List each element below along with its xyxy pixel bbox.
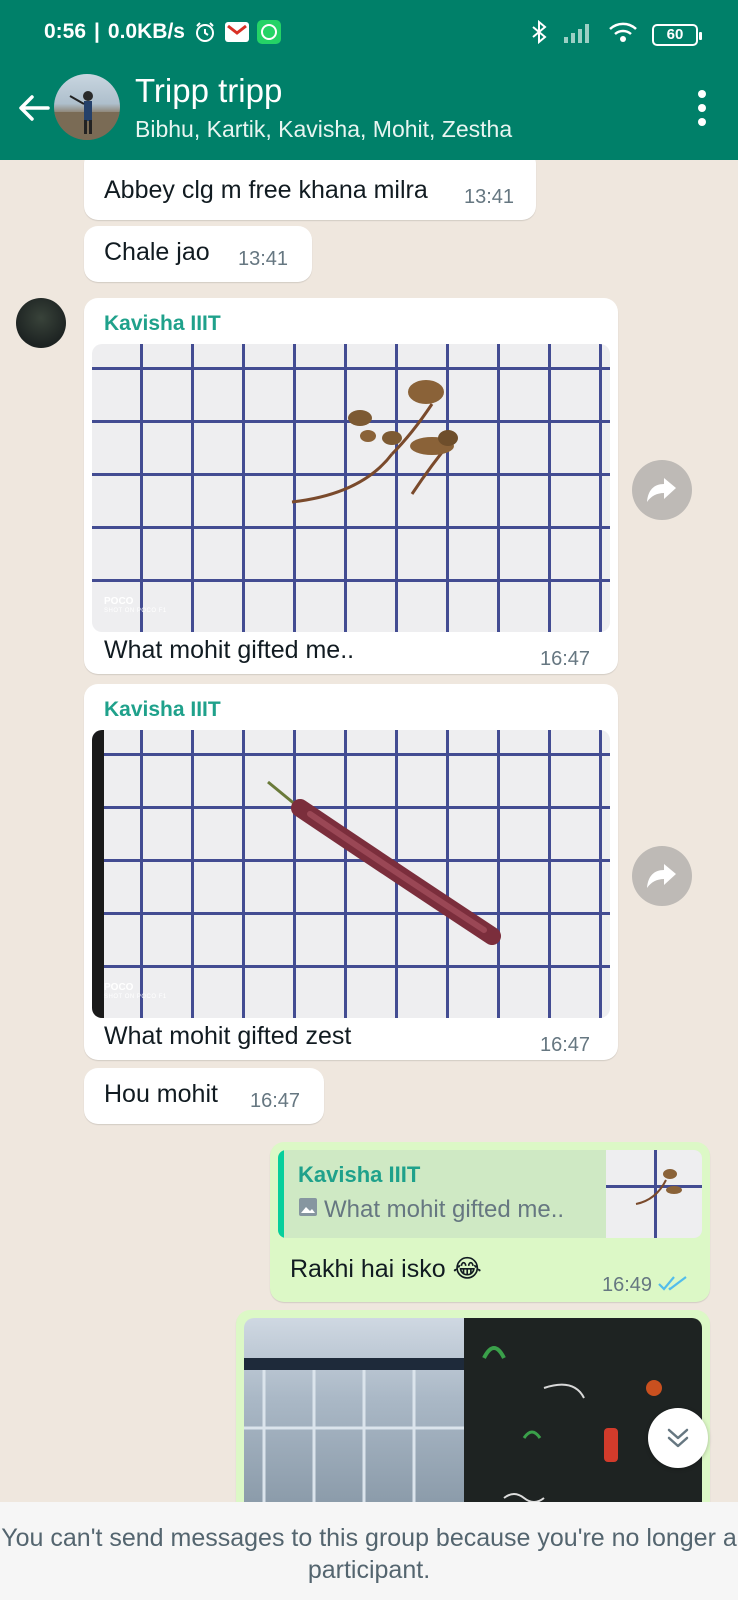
message-time: 16:47 — [540, 648, 591, 670]
laughing-emoji: 😂 — [452, 1255, 482, 1283]
status-bar: 0:56 | 0.0KB/s 60 — [0, 0, 738, 66]
leaves-illustration — [291, 380, 458, 504]
bluetooth-icon — [530, 19, 548, 49]
quoted-photo-thumbnail — [606, 1150, 702, 1238]
message-list[interactable]: Abbey clg m free khana milra 13:41 Chale… — [0, 160, 738, 1502]
group-title[interactable]: Tripp tripp — [135, 72, 282, 110]
photo-watermark: POCO SHOT ON POCO F1 — [104, 982, 167, 1001]
sender-name[interactable]: Kavisha IIIT — [104, 698, 221, 722]
forward-button[interactable] — [632, 460, 692, 520]
wifi-icon — [608, 21, 638, 48]
message-text: Chale jao — [104, 238, 210, 266]
message-time: 16:47 — [540, 1034, 591, 1056]
network-speed: 0.0KB/s — [107, 20, 185, 43]
back-arrow-icon[interactable] — [14, 88, 54, 128]
forward-button[interactable] — [632, 846, 692, 906]
group-members[interactable]: Bibhu, Kartik, Kavisha, Mohit, Zestha — [135, 116, 512, 143]
message-time: 13:41 — [464, 186, 515, 208]
image-icon — [298, 1196, 318, 1224]
message-time: 13:41 — [238, 248, 289, 270]
sent-reply-message[interactable]: Kavisha IIIT What mohit gifted me.. Rakh… — [270, 1142, 710, 1302]
sent-photo-message[interactable] — [236, 1310, 710, 1502]
quoted-sender: Kavisha IIIT — [298, 1162, 421, 1187]
message-text: Hou mohit — [104, 1080, 218, 1108]
sender-name[interactable]: Kavisha IIIT — [104, 312, 221, 336]
status-time: 0:56 — [44, 20, 87, 43]
photo[interactable] — [244, 1318, 702, 1502]
message-text: Abbey clg m free khana milra — [104, 176, 428, 204]
photo[interactable]: POCO SHOT ON POCO F1 — [92, 344, 610, 632]
message-bubble[interactable]: Chale jao 13:41 — [84, 226, 312, 282]
message-bubble[interactable]: Abbey clg m free khana milra 13:41 — [84, 160, 536, 220]
gmail-icon — [224, 20, 249, 44]
photo-watermark: POCO SHOT ON POCO F1 — [104, 596, 167, 615]
photo-message[interactable]: Kavisha IIIT POCO SHOT ON POCO F1 What mo… — [84, 298, 618, 674]
group-avatar[interactable] — [54, 74, 120, 140]
scroll-to-bottom-button[interactable] — [648, 1408, 708, 1468]
photo-caption: What mohit gifted zest — [104, 1022, 352, 1050]
message-text: Rakhi hai isko 😂 — [290, 1255, 482, 1283]
whatsapp-icon — [256, 20, 281, 44]
message-time: 16:49 — [602, 1274, 688, 1297]
battery-icon: 60 — [652, 23, 702, 46]
read-receipt-icon — [658, 1274, 688, 1297]
more-options-icon[interactable] — [696, 90, 708, 126]
message-bubble[interactable]: Hou mohit 16:47 — [84, 1068, 324, 1124]
message-time: 16:47 — [250, 1090, 301, 1112]
photo[interactable]: POCO SHOT ON POCO F1 — [92, 730, 610, 1018]
photo-message[interactable]: Kavisha IIIT POCO SHOT ON POCO F1 What mo… — [84, 684, 618, 1060]
quoted-text: What mohit gifted me.. — [324, 1196, 565, 1223]
quoted-message[interactable]: Kavisha IIIT What mohit gifted me.. — [278, 1150, 702, 1238]
signal-icon — [562, 21, 594, 48]
chat-header: Tripp tripp Bibhu, Kartik, Kavisha, Mohi… — [0, 66, 738, 160]
flower-spike-illustration — [267, 780, 501, 945]
photo-caption: What mohit gifted me.. — [104, 636, 355, 664]
alarm-icon — [193, 20, 217, 44]
sender-avatar[interactable] — [16, 298, 66, 348]
not-participant-notice: You can't send messages to this group be… — [0, 1502, 738, 1600]
